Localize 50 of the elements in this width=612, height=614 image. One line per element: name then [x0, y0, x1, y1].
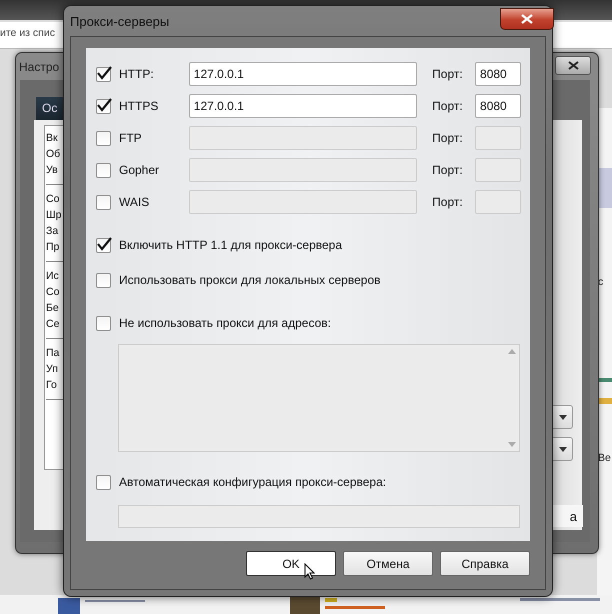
divider-bar: [599, 378, 612, 382]
checkbox[interactable]: [96, 194, 111, 210]
protocol-label: WAIS: [119, 195, 150, 209]
config-url-field[interactable]: [118, 505, 520, 528]
dropdown-arrow-icon: [558, 446, 566, 452]
dialog-title: Прокси-серверы: [70, 14, 170, 28]
close-button[interactable]: [555, 56, 591, 75]
checkbox[interactable]: [96, 130, 111, 146]
checkbox[interactable]: [96, 162, 111, 178]
option-label: Использовать прокси для локальных серверов: [119, 273, 380, 287]
dropdown-button[interactable]: [553, 437, 573, 461]
port-label: Порт:: [432, 195, 464, 209]
address-text: ите из спис: [0, 27, 55, 39]
close-icon: [568, 61, 578, 70]
dropdown-arrow-icon: [558, 414, 566, 420]
option-label: Включить HTTP 1.1 для прокси-сервера: [119, 238, 342, 252]
dropdown-button[interactable]: [553, 405, 573, 429]
checkbox[interactable]: [96, 66, 111, 82]
scroll-down-icon[interactable]: [508, 442, 516, 447]
window-title: Настро: [19, 60, 60, 74]
port-label: Порт:: [432, 67, 464, 81]
address-field[interactable]: 127.0.0.1: [188, 62, 418, 86]
cursor-icon: [304, 563, 315, 580]
checkbox[interactable]: [96, 272, 111, 288]
option-label: Автоматическая конфигурация прокси-сервера:: [119, 475, 386, 489]
port-label: Порт:: [432, 131, 464, 145]
port-label: Порт:: [432, 163, 464, 177]
button[interactable]: а: [553, 505, 583, 527]
background-text: Ве: [598, 452, 611, 464]
checkbox[interactable]: [96, 238, 111, 252]
option-label: Не использовать прокси для адресов:: [119, 316, 331, 330]
dialog-button[interactable]: OK: [246, 551, 336, 576]
checkbox[interactable]: [96, 316, 111, 330]
protocol-label: HTTPS: [119, 99, 160, 113]
dialog-button[interactable]: Отмена: [343, 551, 433, 576]
port-field[interactable]: 8080: [475, 62, 522, 86]
address-list-field[interactable]: [118, 344, 520, 452]
dialog-button[interactable]: Справка: [440, 551, 530, 576]
scroll-up-icon[interactable]: [508, 349, 516, 354]
address-field[interactable]: 127.0.0.1: [188, 94, 418, 118]
protocol-label: Gopher: [119, 163, 160, 177]
checkbox[interactable]: [96, 98, 111, 114]
close-icon: [521, 14, 533, 24]
close-button[interactable]: [500, 8, 554, 30]
protocol-label: HTTP:: [119, 67, 155, 81]
protocol-label: FTP: [119, 131, 143, 145]
banner-strip: [599, 398, 612, 404]
port-field[interactable]: 8080: [475, 94, 522, 118]
port-label: Порт:: [432, 99, 464, 113]
checkbox[interactable]: [96, 474, 111, 490]
